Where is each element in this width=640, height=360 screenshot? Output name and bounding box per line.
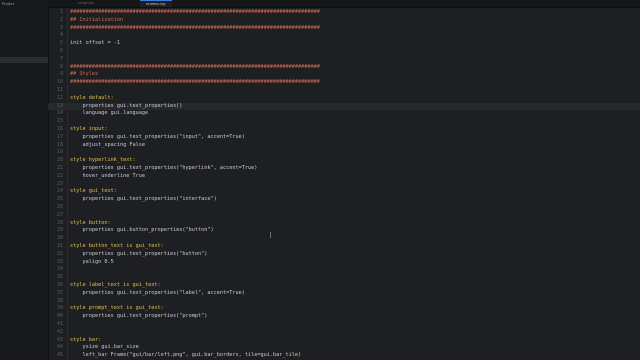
line-number: 30 <box>56 235 63 242</box>
line-number: 8 <box>59 63 63 70</box>
line-code: language gui.language <box>70 110 149 117</box>
line-number: 40 <box>56 313 63 320</box>
line-code: properties gui.text_properties("prompt") <box>70 313 208 320</box>
line-number: 3 <box>59 24 63 31</box>
line-number: 22 <box>56 172 63 179</box>
line-number: 39 <box>56 305 63 312</box>
line-number: 41 <box>56 321 63 327</box>
line-code: left_bar Frame("gui/bar/left.png", gui.b… <box>70 352 302 359</box>
line-code: style gui_text: <box>70 188 117 195</box>
line-number: 35 <box>56 274 63 281</box>
line-code: properties gui.text_properties("interfac… <box>70 196 217 203</box>
line-code: ########################################… <box>70 9 320 15</box>
line-number: 1 <box>59 9 63 15</box>
line-number: 29 <box>56 227 63 234</box>
line-code: style bar: <box>70 336 102 343</box>
line-code: properties gui.text_properties("label", … <box>70 289 245 296</box>
line-number: 12 <box>56 94 63 101</box>
line-number: 7 <box>59 55 63 62</box>
line-code: ########################################… <box>70 79 320 86</box>
line-code: init offset = -1 <box>70 40 120 47</box>
line-number: 6 <box>59 48 63 54</box>
line-number: 43 <box>56 336 63 343</box>
line-number: 38 <box>56 297 63 304</box>
line-number: 34 <box>56 266 63 273</box>
line-code: style button: <box>70 219 111 226</box>
line-number: 2 <box>59 16 63 23</box>
line-code: style button_text is gui_text: <box>70 243 164 249</box>
line-number: 16 <box>56 126 63 132</box>
line-code: properties gui.button_properties("button… <box>70 227 214 234</box>
line-number: 36 <box>56 282 63 288</box>
line-code: properties gui.text_properties() <box>70 102 183 109</box>
line-number: 19 <box>56 149 63 156</box>
line-code: ## Styles <box>70 71 99 78</box>
line-number: 10 <box>56 79 63 86</box>
line-code: ysize gui.bar_size <box>70 344 139 351</box>
line-code: ########################################… <box>70 24 320 31</box>
line-number: 27 <box>56 211 63 218</box>
line-number: 9 <box>59 71 63 78</box>
line-number: 21 <box>56 165 63 171</box>
line-code: ########################################… <box>70 63 320 70</box>
line-number: 13 <box>56 102 63 109</box>
line-code: ## Initialization <box>70 16 124 23</box>
line-number: 18 <box>56 141 63 148</box>
line-number: 33 <box>56 258 63 265</box>
line-number: 23 <box>56 180 63 187</box>
code-editor[interactable]: 1 #######################################… <box>48 8 640 360</box>
line-number: 42 <box>56 328 63 335</box>
line-number: 5 <box>59 40 63 47</box>
line-number: 15 <box>56 118 63 125</box>
sidebar-selected-item[interactable] <box>0 57 48 63</box>
project-sidebar: Project <box>0 0 49 360</box>
line-code: style input: <box>70 126 108 132</box>
line-code: style label_text is gui_text: <box>70 282 161 288</box>
line-code: adjust_spacing False <box>70 141 145 148</box>
gutter-divider <box>67 8 68 360</box>
line-number: 37 <box>56 289 63 296</box>
code-line[interactable]: 13 properties gui.text_properties() <box>48 102 640 111</box>
line-number: 25 <box>56 196 63 203</box>
line-number: 4 <box>59 32 63 39</box>
tab-script[interactable]: script.rpy <box>72 0 100 7</box>
line-number: 45 <box>56 352 63 359</box>
tab-bar: script.rpy screens.rpy <box>48 0 640 8</box>
line-number: 14 <box>56 110 63 117</box>
line-code: hover_underline True <box>70 172 145 179</box>
line-code: style default: <box>70 94 114 101</box>
line-code: properties gui.text_properties("hyperlin… <box>70 165 258 171</box>
line-code: properties gui.text_properties("input", … <box>70 133 245 140</box>
line-number: 28 <box>56 219 63 226</box>
line-number: 17 <box>56 133 63 140</box>
line-number: 32 <box>56 250 63 257</box>
sidebar-title: Project <box>2 2 15 6</box>
line-code: style hyperlink_text: <box>70 157 136 164</box>
line-number: 44 <box>56 344 63 351</box>
line-number: 11 <box>56 87 63 93</box>
line-number: 24 <box>56 188 63 195</box>
line-code: style prompt_text is gui_text: <box>70 305 164 312</box>
text-cursor <box>270 232 271 238</box>
line-number: 20 <box>56 157 63 164</box>
line-code: properties gui.text_properties("button") <box>70 250 208 257</box>
line-number: 31 <box>56 243 63 249</box>
tab-screens[interactable]: screens.rpy <box>140 0 172 7</box>
line-number: 26 <box>56 204 63 210</box>
line-code: yalign 0.5 <box>70 258 114 265</box>
